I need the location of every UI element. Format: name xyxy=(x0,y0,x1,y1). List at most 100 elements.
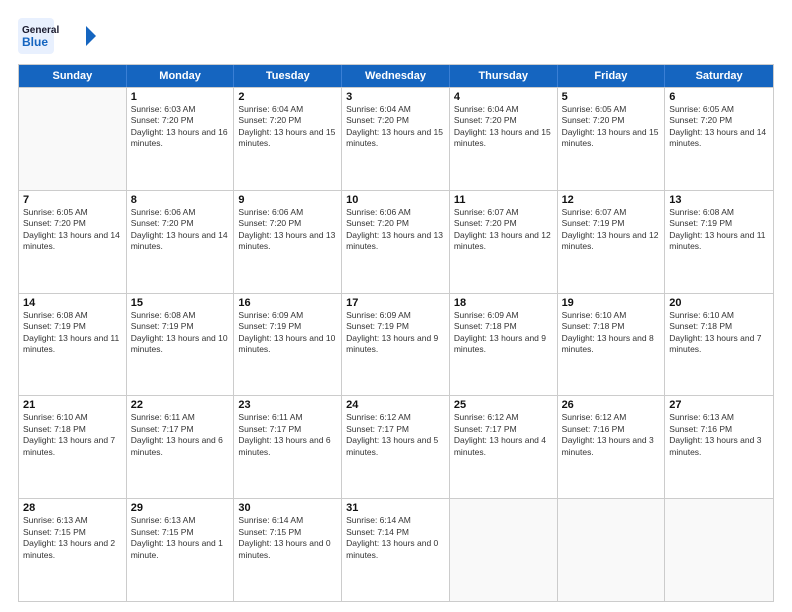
daylight-text: Daylight: 13 hours and 11 minutes. xyxy=(23,333,122,356)
sunrise-text: Sunrise: 6:05 AM xyxy=(669,104,769,115)
empty-cell-4-5 xyxy=(558,499,666,601)
sunrise-text: Sunrise: 6:06 AM xyxy=(131,207,230,218)
sunrise-text: Sunrise: 6:11 AM xyxy=(238,412,337,423)
sunrise-text: Sunrise: 6:07 AM xyxy=(454,207,553,218)
day-number: 20 xyxy=(669,297,769,309)
daylight-text: Daylight: 13 hours and 4 minutes. xyxy=(454,435,553,458)
day-number: 10 xyxy=(346,194,445,206)
week-5: 28 Sunrise: 6:13 AM Sunset: 7:15 PM Dayl… xyxy=(19,498,773,601)
week-4: 21 Sunrise: 6:10 AM Sunset: 7:18 PM Dayl… xyxy=(19,395,773,498)
sunset-text: Sunset: 7:20 PM xyxy=(454,218,553,229)
sunrise-text: Sunrise: 6:04 AM xyxy=(238,104,337,115)
day-number: 3 xyxy=(346,91,445,103)
daylight-text: Daylight: 13 hours and 9 minutes. xyxy=(346,333,445,356)
day-31: 31 Sunrise: 6:14 AM Sunset: 7:14 PM Dayl… xyxy=(342,499,450,601)
daylight-text: Daylight: 13 hours and 0 minutes. xyxy=(346,538,445,561)
sunset-text: Sunset: 7:16 PM xyxy=(562,424,661,435)
sunset-text: Sunset: 7:15 PM xyxy=(238,527,337,538)
sunrise-text: Sunrise: 6:14 AM xyxy=(346,515,445,526)
day-number: 8 xyxy=(131,194,230,206)
sunset-text: Sunset: 7:17 PM xyxy=(454,424,553,435)
daylight-text: Daylight: 13 hours and 15 minutes. xyxy=(454,127,553,150)
daylight-text: Daylight: 13 hours and 14 minutes. xyxy=(669,127,769,150)
sunset-text: Sunset: 7:19 PM xyxy=(131,321,230,332)
daylight-text: Daylight: 13 hours and 7 minutes. xyxy=(669,333,769,356)
sunset-text: Sunset: 7:15 PM xyxy=(131,527,230,538)
sunrise-text: Sunrise: 6:10 AM xyxy=(23,412,122,423)
day-23: 23 Sunrise: 6:11 AM Sunset: 7:17 PM Dayl… xyxy=(234,396,342,498)
sunrise-text: Sunrise: 6:09 AM xyxy=(346,310,445,321)
sunset-text: Sunset: 7:18 PM xyxy=(23,424,122,435)
day-number: 5 xyxy=(562,91,661,103)
day-number: 15 xyxy=(131,297,230,309)
calendar-header: SundayMondayTuesdayWednesdayThursdayFrid… xyxy=(19,65,773,87)
header-day-saturday: Saturday xyxy=(665,65,773,87)
day-24: 24 Sunrise: 6:12 AM Sunset: 7:17 PM Dayl… xyxy=(342,396,450,498)
daylight-text: Daylight: 13 hours and 12 minutes. xyxy=(562,230,661,253)
header-day-friday: Friday xyxy=(558,65,666,87)
day-22: 22 Sunrise: 6:11 AM Sunset: 7:17 PM Dayl… xyxy=(127,396,235,498)
day-number: 29 xyxy=(131,502,230,514)
empty-cell-4-4 xyxy=(450,499,558,601)
sunrise-text: Sunrise: 6:05 AM xyxy=(562,104,661,115)
day-19: 19 Sunrise: 6:10 AM Sunset: 7:18 PM Dayl… xyxy=(558,294,666,396)
sunset-text: Sunset: 7:20 PM xyxy=(562,115,661,126)
daylight-text: Daylight: 13 hours and 13 minutes. xyxy=(238,230,337,253)
daylight-text: Daylight: 13 hours and 14 minutes. xyxy=(23,230,122,253)
page: General Blue SundayMondayTuesdayWednesda… xyxy=(0,0,792,612)
day-number: 7 xyxy=(23,194,122,206)
sunrise-text: Sunrise: 6:08 AM xyxy=(23,310,122,321)
sunset-text: Sunset: 7:17 PM xyxy=(346,424,445,435)
header-day-wednesday: Wednesday xyxy=(342,65,450,87)
daylight-text: Daylight: 13 hours and 7 minutes. xyxy=(23,435,122,458)
sunrise-text: Sunrise: 6:12 AM xyxy=(346,412,445,423)
header-day-monday: Monday xyxy=(127,65,235,87)
daylight-text: Daylight: 13 hours and 15 minutes. xyxy=(238,127,337,150)
daylight-text: Daylight: 13 hours and 6 minutes. xyxy=(238,435,337,458)
day-number: 25 xyxy=(454,399,553,411)
sunrise-text: Sunrise: 6:03 AM xyxy=(131,104,230,115)
sunset-text: Sunset: 7:15 PM xyxy=(23,527,122,538)
day-1: 1 Sunrise: 6:03 AM Sunset: 7:20 PM Dayli… xyxy=(127,88,235,190)
day-number: 22 xyxy=(131,399,230,411)
day-5: 5 Sunrise: 6:05 AM Sunset: 7:20 PM Dayli… xyxy=(558,88,666,190)
sunset-text: Sunset: 7:20 PM xyxy=(346,115,445,126)
day-number: 4 xyxy=(454,91,553,103)
header-day-tuesday: Tuesday xyxy=(234,65,342,87)
sunset-text: Sunset: 7:16 PM xyxy=(669,424,769,435)
day-16: 16 Sunrise: 6:09 AM Sunset: 7:19 PM Dayl… xyxy=(234,294,342,396)
daylight-text: Daylight: 13 hours and 3 minutes. xyxy=(562,435,661,458)
sunrise-text: Sunrise: 6:13 AM xyxy=(23,515,122,526)
day-11: 11 Sunrise: 6:07 AM Sunset: 7:20 PM Dayl… xyxy=(450,191,558,293)
day-29: 29 Sunrise: 6:13 AM Sunset: 7:15 PM Dayl… xyxy=(127,499,235,601)
daylight-text: Daylight: 13 hours and 10 minutes. xyxy=(131,333,230,356)
day-number: 6 xyxy=(669,91,769,103)
sunset-text: Sunset: 7:20 PM xyxy=(454,115,553,126)
logo: General Blue xyxy=(18,18,108,54)
day-25: 25 Sunrise: 6:12 AM Sunset: 7:17 PM Dayl… xyxy=(450,396,558,498)
sunrise-text: Sunrise: 6:13 AM xyxy=(669,412,769,423)
day-number: 12 xyxy=(562,194,661,206)
calendar: SundayMondayTuesdayWednesdayThursdayFrid… xyxy=(18,64,774,602)
day-number: 18 xyxy=(454,297,553,309)
sunrise-text: Sunrise: 6:12 AM xyxy=(454,412,553,423)
sunrise-text: Sunrise: 6:04 AM xyxy=(454,104,553,115)
day-number: 21 xyxy=(23,399,122,411)
day-27: 27 Sunrise: 6:13 AM Sunset: 7:16 PM Dayl… xyxy=(665,396,773,498)
sunrise-text: Sunrise: 6:09 AM xyxy=(238,310,337,321)
day-number: 14 xyxy=(23,297,122,309)
header-day-sunday: Sunday xyxy=(19,65,127,87)
week-2: 7 Sunrise: 6:05 AM Sunset: 7:20 PM Dayli… xyxy=(19,190,773,293)
daylight-text: Daylight: 13 hours and 10 minutes. xyxy=(238,333,337,356)
day-number: 24 xyxy=(346,399,445,411)
day-15: 15 Sunrise: 6:08 AM Sunset: 7:19 PM Dayl… xyxy=(127,294,235,396)
day-number: 30 xyxy=(238,502,337,514)
day-4: 4 Sunrise: 6:04 AM Sunset: 7:20 PM Dayli… xyxy=(450,88,558,190)
day-18: 18 Sunrise: 6:09 AM Sunset: 7:18 PM Dayl… xyxy=(450,294,558,396)
sunrise-text: Sunrise: 6:10 AM xyxy=(669,310,769,321)
daylight-text: Daylight: 13 hours and 0 minutes. xyxy=(238,538,337,561)
sunrise-text: Sunrise: 6:12 AM xyxy=(562,412,661,423)
empty-cell-4-6 xyxy=(665,499,773,601)
day-2: 2 Sunrise: 6:04 AM Sunset: 7:20 PM Dayli… xyxy=(234,88,342,190)
sunrise-text: Sunrise: 6:09 AM xyxy=(454,310,553,321)
